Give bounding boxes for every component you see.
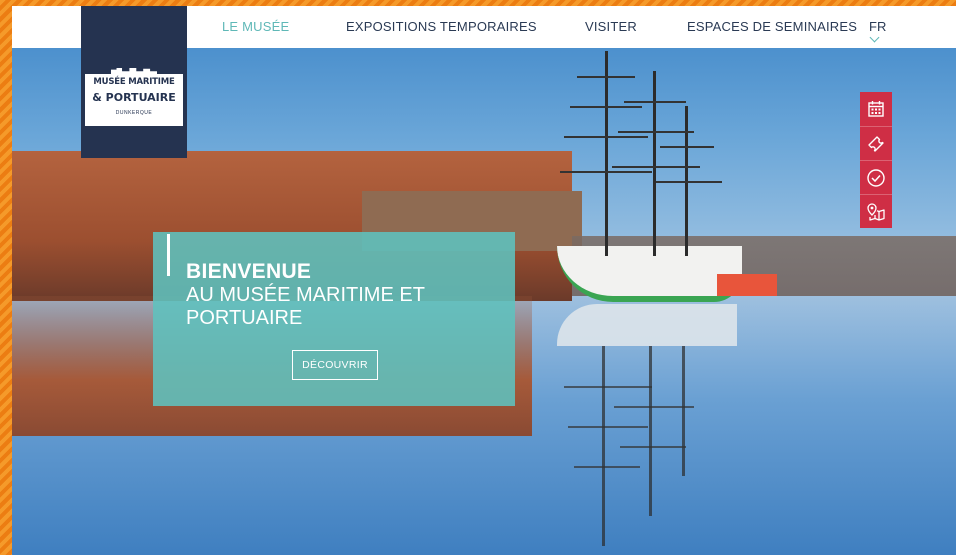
- page: LE MUSÉE EXPOSITIONS TEMPORAIRES VISITER…: [12, 6, 956, 555]
- ship-yard-reflection: [614, 406, 694, 408]
- tall-ship-hull: [557, 246, 742, 302]
- check-circle-icon: [867, 169, 885, 187]
- ship-yard: [560, 171, 652, 173]
- nav-item-expositions-temporaires[interactable]: EXPOSITIONS TEMPORAIRES: [346, 19, 537, 34]
- ship-yard: [564, 136, 648, 138]
- map-pin-icon: [867, 203, 885, 221]
- hero-title: BIENVENUE: [186, 260, 312, 283]
- ticket-button[interactable]: [860, 126, 892, 161]
- ship-yard: [577, 76, 635, 78]
- side-toolbar: [860, 92, 892, 228]
- ship-yard: [660, 146, 714, 148]
- discover-button[interactable]: DÉCOUVRIR: [292, 350, 378, 380]
- ship-mast-reflection: [649, 346, 652, 516]
- ship-yard: [624, 101, 686, 103]
- ship-yard: [570, 106, 642, 108]
- nav-item-le-musee[interactable]: LE MUSÉE: [222, 19, 289, 34]
- lightship: [717, 274, 777, 296]
- ship-yard-reflection: [620, 446, 686, 448]
- site-logo[interactable]: MUSÉE MARITIME & PORTUAIRE DUNKERQUE: [81, 6, 187, 158]
- logo-text-line3: DUNKERQUE: [115, 110, 153, 116]
- nav-item-espaces-de-seminaires[interactable]: ESPACES DE SEMINAIRES: [687, 19, 857, 34]
- map-button[interactable]: [860, 194, 892, 229]
- ship-mast-reflection: [682, 346, 685, 476]
- welcome-panel: BIENVENUE AU MUSÉE MARITIME ET PORTUAIRE…: [153, 232, 515, 406]
- tall-ship-hull-reflection: [557, 304, 737, 346]
- hero-subtitle: AU MUSÉE MARITIME ET PORTUAIRE: [186, 284, 425, 329]
- check-button[interactable]: [860, 160, 892, 195]
- calendar-icon: [868, 101, 884, 117]
- logo-text-line1: MUSÉE MARITIME: [93, 77, 175, 87]
- calendar-button[interactable]: [860, 92, 892, 126]
- ship-yard: [656, 181, 722, 183]
- ship-mast: [653, 71, 656, 256]
- chevron-down-icon[interactable]: [869, 32, 880, 43]
- language-selector[interactable]: FR: [869, 19, 886, 34]
- ship-yard: [612, 166, 700, 168]
- logo-badge: MUSÉE MARITIME & PORTUAIRE DUNKERQUE: [85, 74, 183, 126]
- logo-text-line2: & PORTUAIRE: [92, 91, 176, 104]
- ship-yard-reflection: [574, 466, 640, 468]
- ship-yard-reflection: [568, 426, 648, 428]
- ship-yard-reflection: [564, 386, 652, 388]
- nav-item-visiter[interactable]: VISITER: [585, 19, 637, 34]
- ticket-icon: [868, 136, 884, 152]
- panel-accent-bar: [167, 234, 170, 276]
- ship-yard: [618, 131, 694, 133]
- ship-mast: [605, 51, 608, 256]
- ship-mast-reflection: [602, 346, 605, 546]
